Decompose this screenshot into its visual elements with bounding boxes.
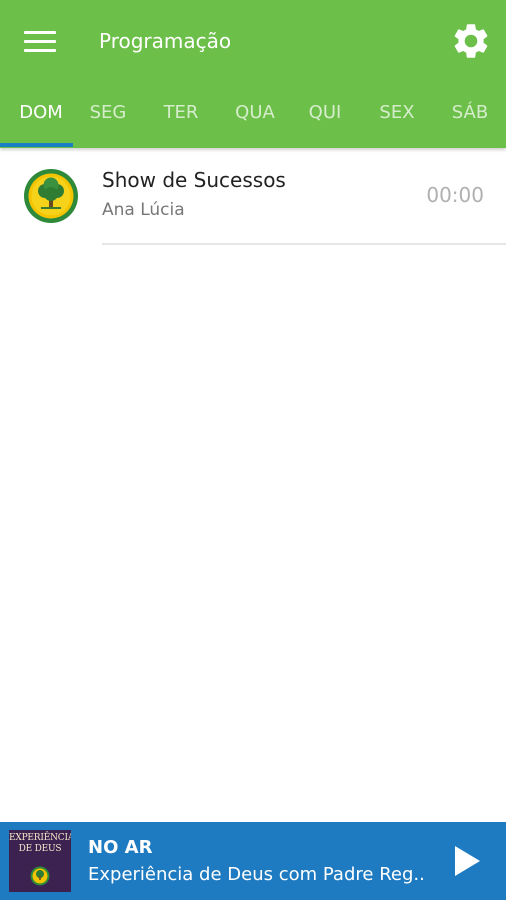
hamburger-menu-icon[interactable] <box>24 29 56 55</box>
active-tab-indicator <box>0 143 73 147</box>
list-divider <box>102 243 506 245</box>
app-bar: Programação DOM SEG TER QUA QUI SEX SÁB <box>0 0 506 148</box>
play-icon[interactable] <box>452 844 482 878</box>
page-title: Programação <box>99 29 232 53</box>
tab-qui[interactable]: QUI <box>289 94 361 148</box>
cover-title-line-2: DE DEUS <box>18 844 62 854</box>
tab-dom[interactable]: DOM <box>5 94 77 148</box>
program-host: Ana Lúcia <box>102 200 185 220</box>
list-item[interactable]: Show de Sucessos Ana Lúcia 00:00 <box>0 148 506 246</box>
tab-ter[interactable]: TER <box>145 94 217 148</box>
cover-station-logo-icon <box>30 866 50 886</box>
program-title: Show de Sucessos <box>102 168 286 192</box>
tab-seg[interactable]: SEG <box>72 94 144 148</box>
program-cover-image: EXPERIÊNCIA DE DEUS <box>9 830 71 892</box>
on-air-label: NO AR <box>88 837 153 858</box>
now-playing-bar[interactable]: EXPERIÊNCIA DE DEUS NO AR Experiência de… <box>0 822 506 900</box>
tab-sex[interactable]: SEX <box>361 94 433 148</box>
gear-icon[interactable] <box>450 20 492 62</box>
cover-title: EXPERIÊNCIA DE DEUS <box>9 833 71 855</box>
station-tree-logo-icon <box>24 169 78 223</box>
tab-qua[interactable]: QUA <box>219 94 291 148</box>
cover-title-line-1: EXPERIÊNCIA <box>9 833 71 843</box>
on-air-program-title: Experiência de Deus com Padre Reg.. <box>88 864 425 885</box>
day-tabs: DOM SEG TER QUA QUI SEX SÁB <box>0 94 506 148</box>
tab-sab[interactable]: SÁB <box>434 94 506 148</box>
program-time: 00:00 <box>426 183 484 207</box>
